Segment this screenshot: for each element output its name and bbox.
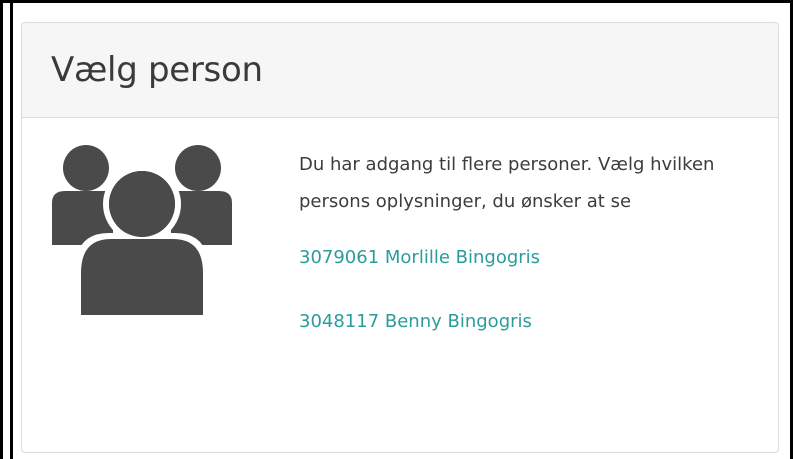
person-link-morlille[interactable]: 3079061 Morlille Bingogris (299, 246, 749, 270)
panel-header: Vælg person (22, 23, 778, 118)
select-person-panel: Vælg person Du har adgang til flere pers… (21, 22, 779, 453)
intro-text: Du har adgang til flere personer. Vælg h… (299, 154, 715, 212)
group-of-people-icon (52, 145, 232, 315)
person-link-benny[interactable]: 3048117 Benny Bingogris (299, 310, 749, 334)
panel-body: Du har adgang til flere personer. Vælg h… (22, 118, 778, 452)
person-selection-content: Du har adgang til flere personer. Vælg h… (299, 146, 749, 334)
page-title: Vælg person (51, 50, 263, 90)
left-divider (10, 3, 13, 459)
